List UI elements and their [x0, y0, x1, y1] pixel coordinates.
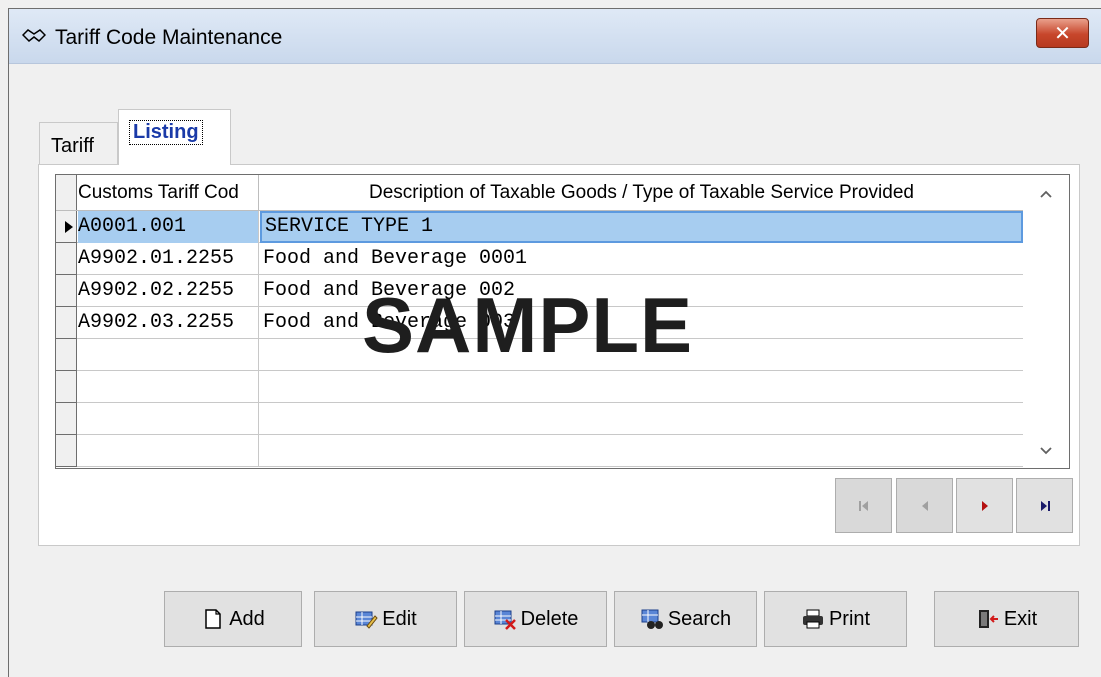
- row-indicator: [56, 435, 77, 467]
- scroll-up-icon[interactable]: [1023, 175, 1069, 211]
- search-binoculars-icon: [641, 609, 663, 629]
- row-indicator: [56, 243, 77, 275]
- cell-code[interactable]: A0001.001: [78, 211, 259, 243]
- window-title: Tariff Code Maintenance: [55, 26, 283, 49]
- next-record-icon: [981, 500, 988, 511]
- previous-record-button[interactable]: [896, 478, 953, 533]
- edit-button[interactable]: Edit: [314, 591, 457, 647]
- tab-tariff[interactable]: Tariff: [39, 122, 118, 164]
- search-button[interactable]: Search: [614, 591, 757, 647]
- tab-listing[interactable]: Listing: [118, 109, 231, 165]
- column-header-description[interactable]: Description of Taxable Goods / Type of T…: [260, 175, 1023, 211]
- add-button[interactable]: Add: [164, 591, 302, 647]
- handshake-icon: [22, 29, 46, 43]
- cell-description[interactable]: [260, 403, 1023, 435]
- next-record-button[interactable]: [956, 478, 1013, 533]
- print-button-label: Print: [828, 607, 871, 630]
- previous-record-icon: [921, 500, 928, 511]
- first-record-button[interactable]: [835, 478, 892, 533]
- exit-button-label: Exit: [1003, 607, 1038, 630]
- search-button-label: Search: [667, 607, 732, 630]
- exit-button[interactable]: Exit: [934, 591, 1079, 647]
- cell-description[interactable]: [260, 435, 1023, 467]
- delete-grid-icon: [494, 610, 516, 630]
- table-row[interactable]: [56, 403, 1023, 435]
- scroll-down-icon[interactable]: [1023, 432, 1069, 468]
- row-indicator: [56, 371, 77, 403]
- cell-code[interactable]: A9902.01.2255: [78, 243, 259, 275]
- grid-header: Customs Tariff Cod Description of Taxabl…: [56, 175, 1023, 211]
- last-record-button[interactable]: [1016, 478, 1073, 533]
- add-button-label: Add: [229, 607, 265, 630]
- edit-grid-icon: [355, 611, 378, 629]
- printer-icon: [802, 609, 823, 629]
- row-indicator-header: [56, 175, 77, 210]
- edit-button-label: Edit: [382, 607, 417, 630]
- cell-code[interactable]: [78, 403, 259, 435]
- current-row-indicator-icon: [56, 211, 77, 243]
- print-button[interactable]: Print: [764, 591, 907, 647]
- row-indicator: [56, 403, 77, 435]
- delete-button-label: Delete: [520, 607, 579, 630]
- table-row[interactable]: A9902.01.2255 Food and Beverage 0001: [56, 243, 1023, 275]
- table-row[interactable]: A0001.001 SERVICE TYPE 1: [56, 211, 1023, 243]
- column-header-code[interactable]: Customs Tariff Cod: [78, 175, 259, 211]
- cell-description[interactable]: Food and Beverage 0001: [260, 243, 1023, 275]
- close-button[interactable]: ✕: [1036, 18, 1089, 48]
- cell-description[interactable]: SERVICE TYPE 1: [260, 211, 1023, 243]
- tab-listing-label: Listing: [129, 120, 203, 145]
- cell-code[interactable]: [78, 371, 259, 403]
- title-bar: Tariff Code Maintenance ✕: [9, 9, 1101, 64]
- table-row[interactable]: [56, 435, 1023, 467]
- exit-door-icon: [978, 610, 998, 628]
- cell-code[interactable]: [78, 435, 259, 467]
- new-document-icon: [205, 609, 221, 629]
- first-record-icon: [858, 500, 868, 511]
- table-row[interactable]: [56, 371, 1023, 403]
- delete-button[interactable]: Delete: [464, 591, 607, 647]
- last-record-icon: [1040, 500, 1050, 511]
- cell-description[interactable]: [260, 371, 1023, 403]
- tab-tariff-label: Tariff: [51, 135, 94, 157]
- sample-watermark: SAMPLE: [361, 281, 694, 369]
